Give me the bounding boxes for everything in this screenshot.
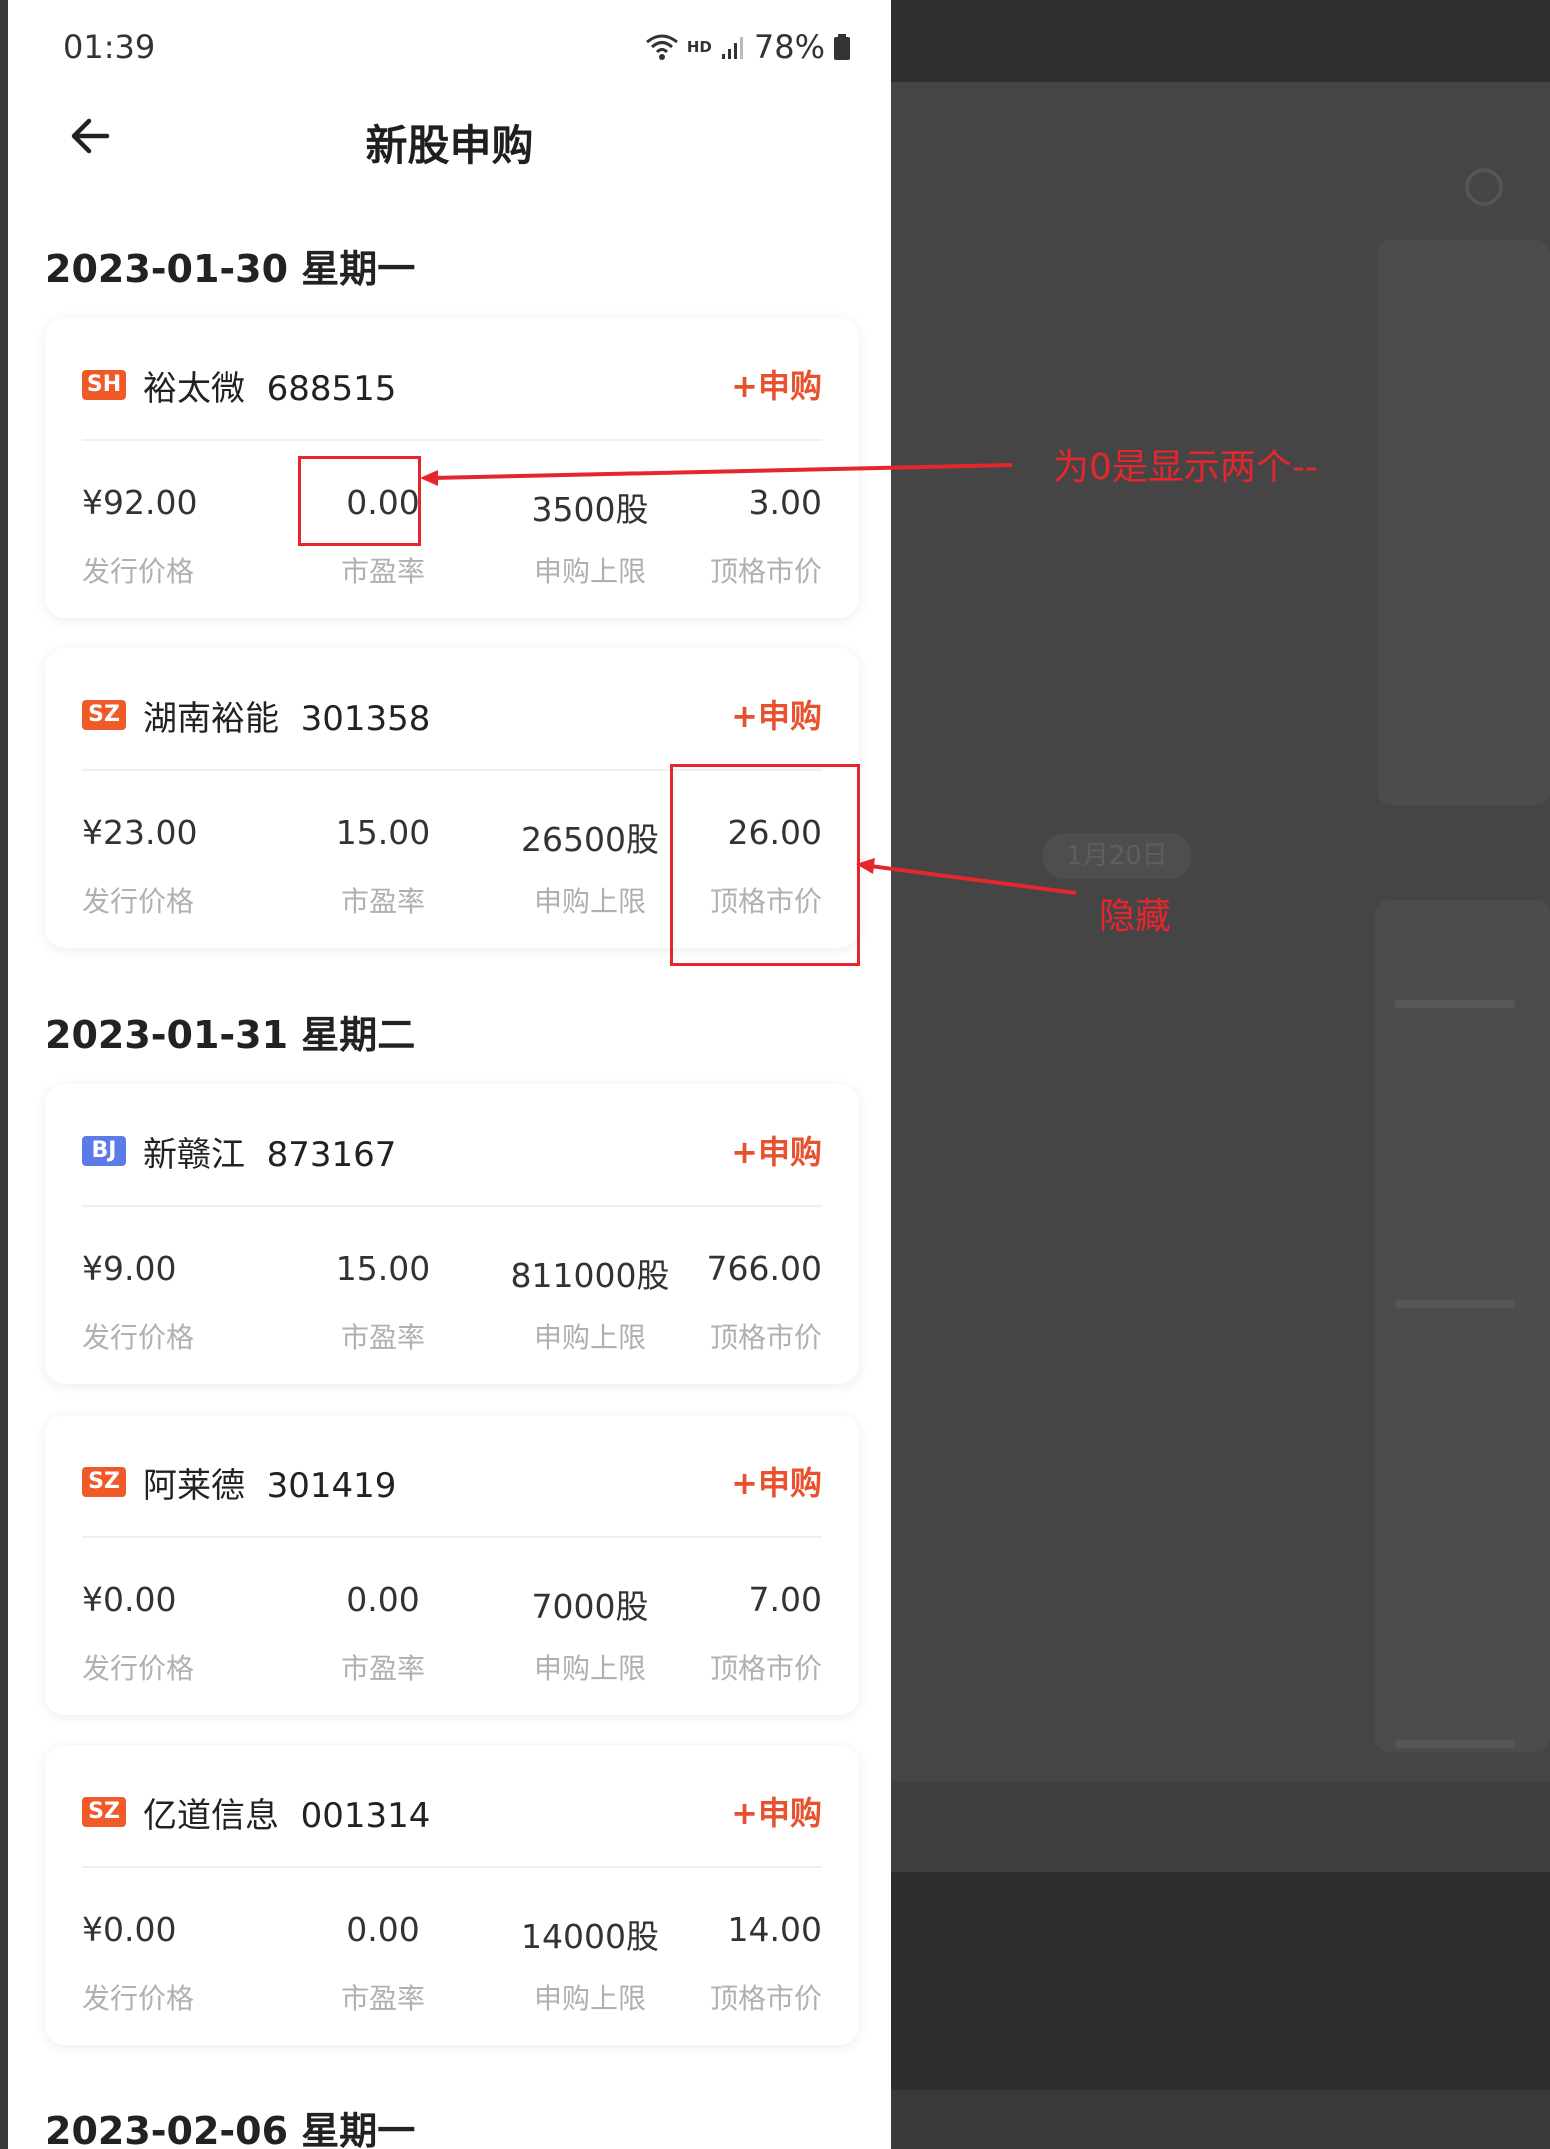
annotation-zero-note: 为0是显示两个-- (1053, 447, 1318, 488)
annotation-arrows (420, 463, 1077, 895)
annotation-hide-note: 隐藏 (1099, 896, 1172, 937)
